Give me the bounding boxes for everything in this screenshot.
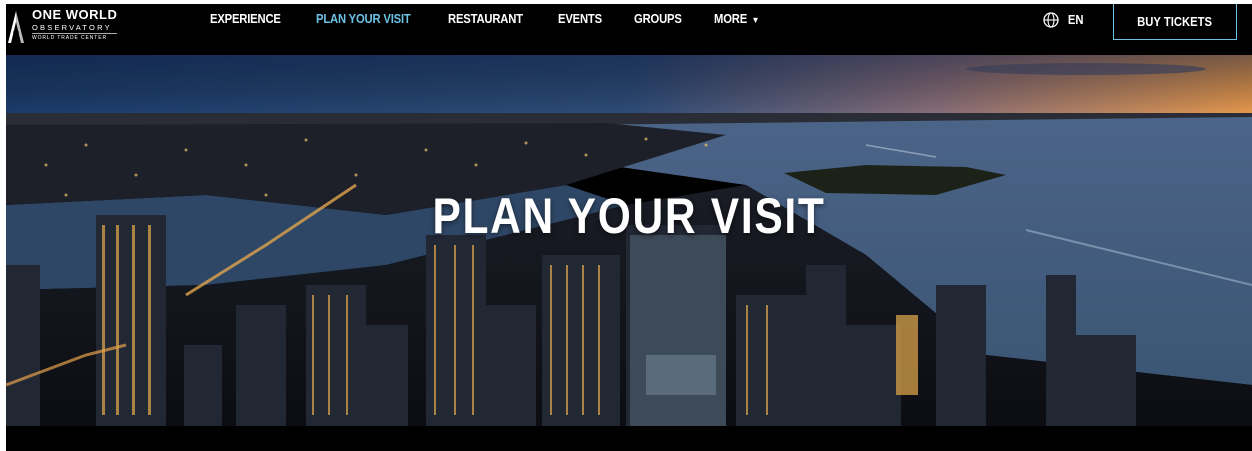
nav-item-events[interactable]: EVENTS xyxy=(558,12,602,26)
nav-item-experience[interactable]: EXPERIENCE xyxy=(210,12,281,26)
hero-banner: PLAN YOUR VISIT xyxy=(6,55,1252,426)
observatory-logo-icon xyxy=(8,11,24,43)
nav-item-restaurant[interactable]: RESTAURANT xyxy=(448,12,523,26)
content-band xyxy=(6,426,1252,451)
page-frame: ONE WORLD OBSERVATORY WORLD TRADE CENTER… xyxy=(6,4,1252,451)
globe-icon xyxy=(1043,12,1059,28)
main-menu: EXPERIENCE PLAN YOUR VISIT RESTAURANT EV… xyxy=(210,4,791,34)
nav-item-groups[interactable]: GROUPS xyxy=(634,12,682,26)
buy-tickets-button[interactable]: BUY TICKETS xyxy=(1113,4,1237,40)
nav-item-plan-your-visit[interactable]: PLAN YOUR VISIT xyxy=(316,12,411,26)
caret-down-icon: ▼ xyxy=(751,15,760,25)
logo-wordmark: ONE WORLD xyxy=(32,7,118,22)
site-logo[interactable]: ONE WORLD OBSERVATORY WORLD TRADE CENTER xyxy=(6,7,118,48)
buy-tickets-label: BUY TICKETS xyxy=(1137,14,1213,29)
language-code: EN xyxy=(1067,13,1084,27)
nav-item-more-label: MORE xyxy=(713,12,747,26)
logo-subtitle: OBSERVATORY xyxy=(32,23,112,32)
top-navigation: ONE WORLD OBSERVATORY WORLD TRADE CENTER… xyxy=(6,4,1252,55)
language-selector[interactable]: EN xyxy=(1043,12,1084,28)
nav-item-more[interactable]: MORE ▼ xyxy=(713,12,760,26)
hero-title: PLAN YOUR VISIT xyxy=(432,188,826,244)
logo-tagline: WORLD TRADE CENTER xyxy=(32,33,118,42)
